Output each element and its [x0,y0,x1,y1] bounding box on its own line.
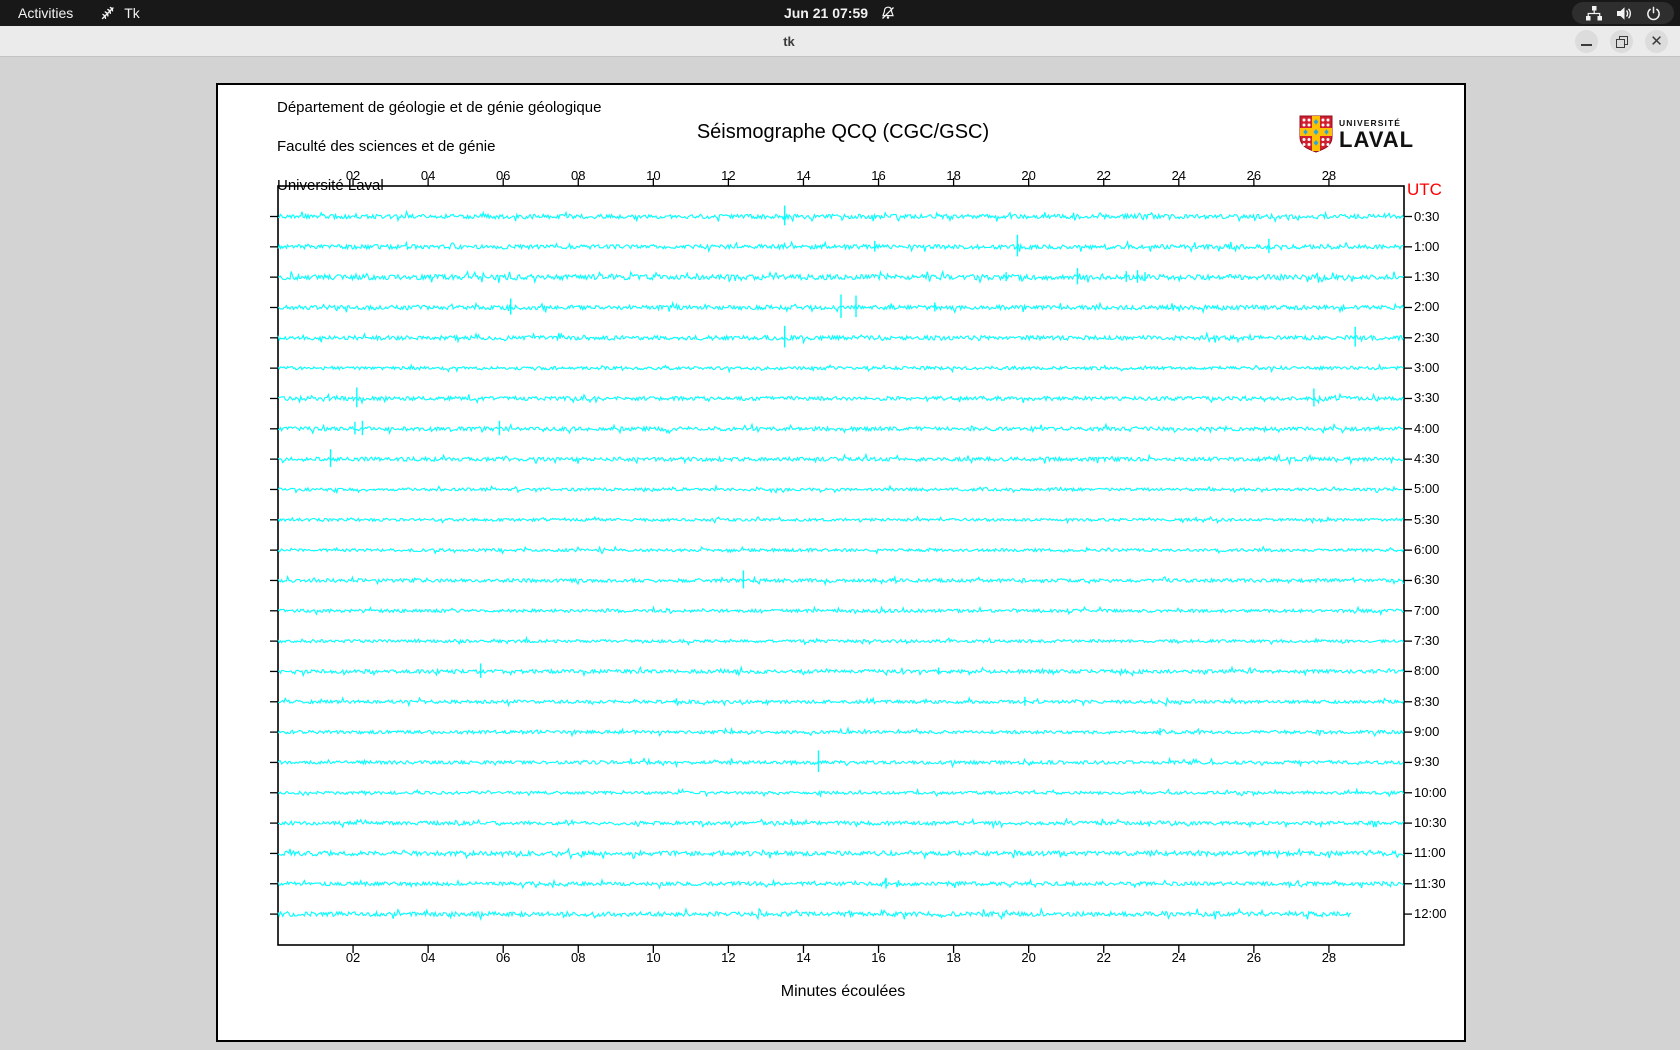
maximize-button[interactable] [1610,30,1633,53]
x-tick-label-top: 26 [1246,168,1262,183]
utc-time-label: 3:00 [1414,360,1440,376]
utc-time-label: 9:30 [1414,754,1440,770]
utc-time-label: 7:00 [1414,602,1440,618]
volume-icon [1617,6,1631,20]
x-tick-label-top: 28 [1321,168,1337,183]
seismogram-plot [270,178,1412,953]
maximize-icon [1615,35,1628,48]
utc-time-label: 4:00 [1414,420,1440,436]
x-tick-label-bottom: 28 [1321,950,1337,965]
x-tick-label-bottom: 08 [571,950,586,965]
utc-time-label: 10:30 [1414,815,1447,831]
x-tick-label-bottom: 26 [1246,950,1262,965]
utc-time-label: 11:00 [1414,845,1446,861]
gnome-top-bar: Activities Tk Jun 21 07:59 [0,0,1680,26]
minimize-button[interactable] [1575,30,1598,53]
utc-time-label: 1:30 [1414,269,1440,285]
clock-label: Jun 21 07:59 [783,5,869,21]
x-tick-label-top: 04 [420,168,436,183]
utc-time-label: 11:30 [1414,875,1446,891]
close-button[interactable]: ✕ [1645,30,1668,53]
x-tick-label-top: 16 [871,168,886,183]
app-indicator[interactable]: Tk [99,4,140,22]
x-tick-label-top: 20 [1021,168,1036,183]
quick-settings[interactable] [1572,2,1674,24]
activities-button[interactable]: Activities [18,5,73,21]
x-tick-label-bottom: 22 [1096,950,1111,965]
utc-time-label: 10:00 [1414,784,1447,800]
x-tick-label-top: 14 [796,168,811,183]
x-tick-label-bottom: 04 [420,950,436,965]
clock-menu[interactable]: Jun 21 07:59 [740,0,940,26]
x-tick-label-bottom: 12 [721,950,736,965]
x-tick-label-top: 22 [1096,168,1111,183]
utc-time-label: 5:00 [1414,481,1440,497]
x-tick-label-bottom: 18 [946,950,961,965]
utc-time-label: 8:00 [1414,663,1440,679]
utc-time-label: 8:30 [1414,693,1440,709]
window-title: tk [783,34,795,49]
x-tick-label-bottom: 02 [345,950,361,965]
tk-feather-icon [102,6,114,20]
x-tick-label-top: 18 [946,168,961,183]
bell-slash-icon [882,6,894,19]
power-icon [1647,6,1660,20]
network-icon [1586,5,1602,20]
utc-time-label: 0:30 [1414,208,1440,224]
x-tick-label-top: 12 [721,168,736,183]
app-indicator-label: Tk [124,5,140,21]
x-tick-label-bottom: 16 [871,950,886,965]
utc-time-label: 6:00 [1414,542,1440,558]
close-icon: ✕ [1650,33,1663,50]
utc-time-label: 1:00 [1414,238,1440,254]
seismograph-panel: Département de géologie et de génie géol… [216,83,1466,1042]
x-tick-label-bottom: 24 [1171,950,1187,965]
x-tick-label-top: 08 [571,168,586,183]
x-tick-label-top: 10 [646,168,661,183]
utc-time-label: 6:30 [1414,572,1440,588]
x-axis-title: Minutes écoulées [780,983,906,1000]
x-tick-label-top: 02 [345,168,361,183]
utc-time-label: 2:00 [1414,299,1440,315]
window-titlebar: tk ✕ [0,26,1680,57]
x-tick-label-bottom: 06 [495,950,511,965]
utc-time-label: 12:00 [1414,906,1447,922]
utc-time-label: 9:00 [1414,724,1440,740]
window-content: Département de géologie et de génie géol… [0,57,1680,1050]
x-tick-label-bottom: 20 [1021,950,1036,965]
x-tick-label-top: 06 [495,168,511,183]
x-tick-label-bottom: 10 [646,950,661,965]
minimize-icon [1581,43,1592,46]
x-tick-label-top: 24 [1171,168,1187,183]
utc-time-label: 3:30 [1414,390,1440,406]
utc-time-label: 4:30 [1414,451,1440,467]
utc-time-label: 7:30 [1414,633,1440,649]
utc-time-label: 2:30 [1414,329,1440,345]
utc-time-label: 5:30 [1414,511,1440,527]
x-tick-label-bottom: 14 [796,950,811,965]
